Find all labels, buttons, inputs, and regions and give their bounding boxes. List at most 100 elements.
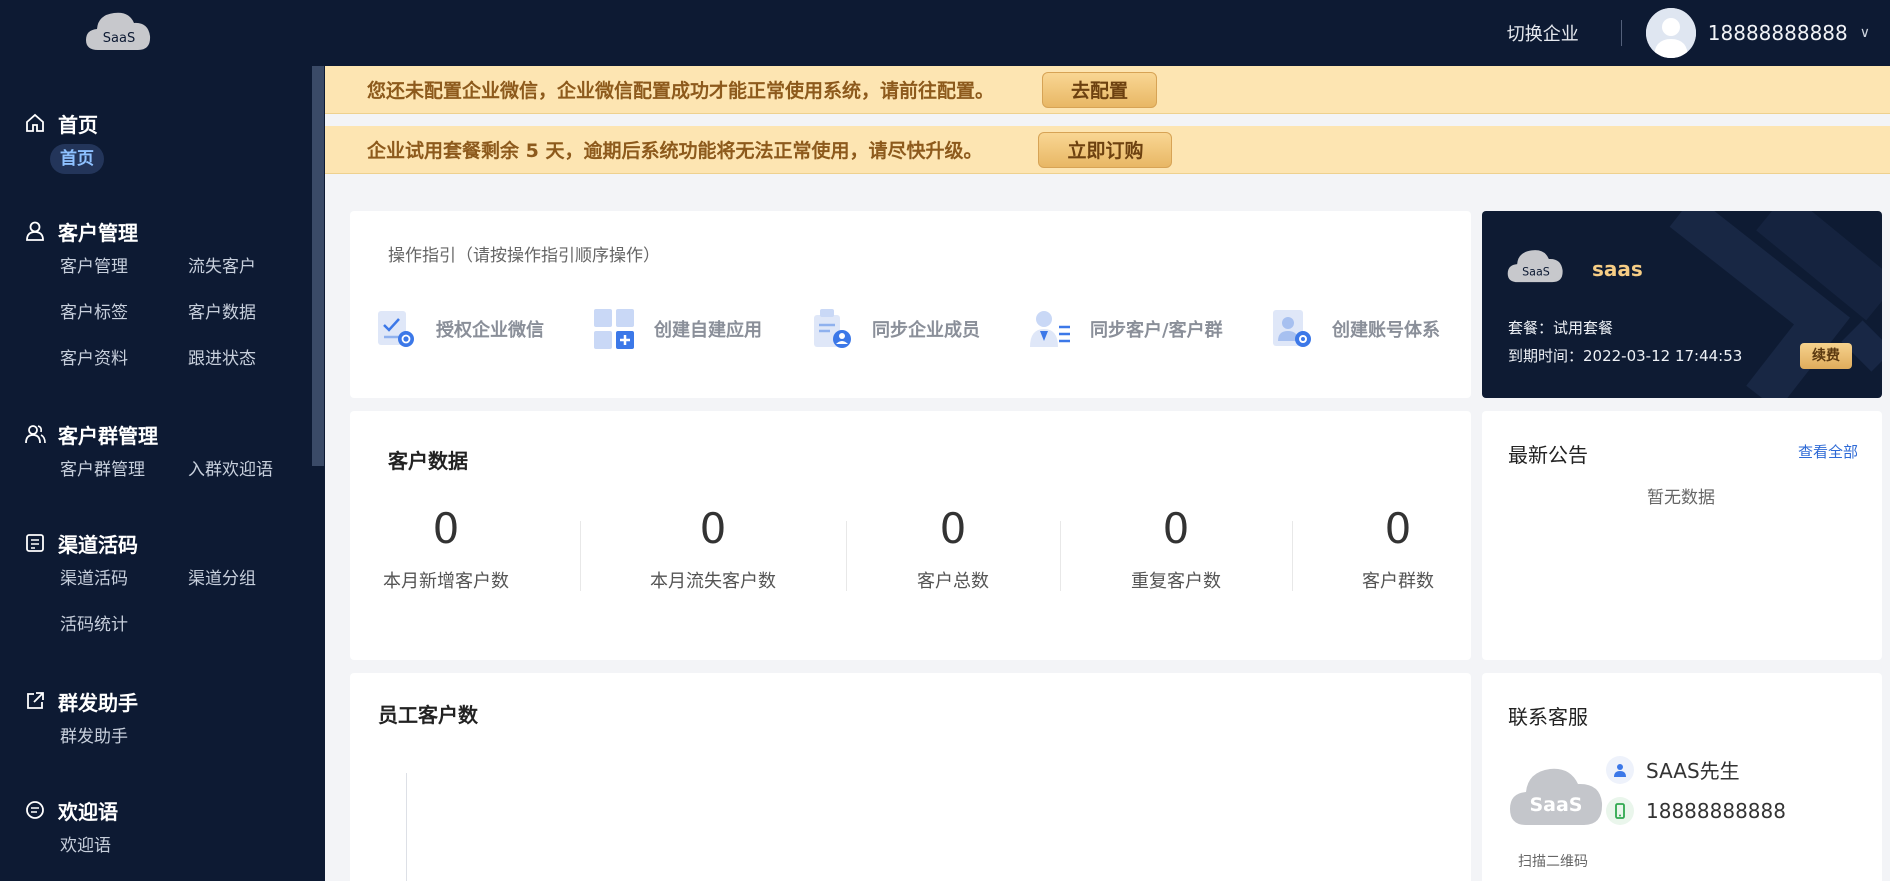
sidebar-group-title[interactable]: 客户管理 [24,216,316,246]
view-all-link[interactable]: 查看全部 [1798,441,1858,462]
stat-value: 0 [1384,504,1412,553]
package-card: SaaS saas 套餐：试用套餐 到期时间：2022-03-12 17:44:… [1482,211,1882,398]
guide-step-label: 授权企业微信 [436,320,544,341]
stat-label: 重复客户数 [1131,571,1221,592]
stat-value: 0 [432,504,460,553]
customer-data-title: 客户数据 [388,449,468,473]
user-phone[interactable]: 18888888888 [1708,21,1848,45]
sidebar-item-customer-data[interactable]: 客户数据 [188,298,316,328]
service-logo: SaaS [1510,768,1603,825]
home-icon [26,113,44,132]
package-logo-text: SaaS [1522,265,1550,278]
guide-step-label: 创建自建应用 [654,320,762,341]
employee-customers-card: 员工客户数 [350,673,1471,881]
sidebar-item-customer-management[interactable]: 客户管理 [60,252,188,282]
banner-text: 您还未配置企业微信，企业微信配置成功才能正常使用系统，请前往配置。 [367,80,995,102]
sidebar-group-home: 首页 首页 [24,108,104,174]
sidebar: 首页 首页 客户管理 客户管理 流失客户 客户标签 客户数据 客户资料 跟进状态… [0,66,325,881]
sidebar-group-channel-codes: 渠道活码 渠道活码 渠道分组 活码统计 [24,528,316,640]
employee-customers-title: 员工客户数 [378,703,478,727]
stat-value: 0 [1162,504,1190,553]
sidebar-item-channel-code[interactable]: 渠道活码 [60,564,188,594]
authorize-icon [378,311,414,347]
customer-service-title: 联系客服 [1508,705,1588,729]
stat-value: 0 [699,504,727,553]
sidebar-item-customer-tags[interactable]: 客户标签 [60,298,188,328]
share-icon [27,692,44,709]
guide-step-create-accounts[interactable]: 创建账号体系 [1270,307,1440,351]
config-wechat-banner: 您还未配置企业微信，企业微信配置成功才能正常使用系统，请前往配置。 去配置 [325,66,1890,114]
guide-step-label: 同步企业成员 [872,320,980,341]
service-phone: 18888888888 [1646,799,1786,823]
create-app-icon [594,309,634,349]
subscribe-button[interactable]: 立即订购 [1038,131,1173,168]
guide-step-sync-customers[interactable]: 同步客户/客户群 [1028,307,1223,351]
sidebar-group-title[interactable]: 欢迎语 [24,795,316,825]
chart-axis [406,773,407,881]
qr-icon [26,534,44,552]
top-bar: SaaS 切换企业 18888888888 ∨ [0,0,1890,66]
logo-text: SaaS [103,31,135,46]
sidebar-item-channel-group[interactable]: 渠道分组 [188,564,316,594]
guide-step-authorize[interactable]: 授权企业微信 [374,307,544,351]
sidebar-group-welcome: 欢迎语 欢迎语 [24,795,316,861]
sidebar-item-follow-status[interactable]: 跟进状态 [188,344,316,374]
topbar-divider [1620,20,1622,46]
stat-new-customers: 0 本月新增客户数 [346,501,546,593]
package-card-decoration [1669,211,1882,398]
guide-step-create-app[interactable]: 创建自建应用 [592,307,762,351]
package-expiry: 到期时间：2022-03-12 17:44:53 [1508,347,1743,365]
stat-label: 客户群数 [1362,571,1434,592]
stat-total-customers: 0 客户总数 [853,501,1053,593]
customer-data-card: 客户数据 0 本月新增客户数 0 本月流失客户数 0 客户总数 0 重复客户数 … [350,411,1471,660]
sidebar-item-code-stats[interactable]: 活码统计 [60,610,188,640]
announcement-title: 最新公告 [1508,443,1588,467]
sync-customers-icon [1030,311,1070,347]
configure-button[interactable]: 去配置 [1042,71,1158,108]
package-plan: 套餐：试用套餐 [1508,319,1614,337]
saas-logo: SaaS [86,12,151,50]
stat-label: 本月流失客户数 [650,571,776,592]
trial-expiry-banner: 企业试用套餐剩余 5 天，逾期后系统功能将无法正常使用，请尽快升级。 立即订购 [325,126,1890,174]
sidebar-item-home[interactable]: 首页 [50,144,104,174]
service-name: SAAS先生 [1646,759,1740,783]
person-icon [1606,755,1634,784]
package-company-name: saas [1592,257,1643,281]
group-icon [25,425,46,444]
stat-duplicate-customers: 0 重复客户数 [1076,501,1276,593]
sidebar-group-title[interactable]: 客户群管理 [24,419,316,449]
renew-button[interactable]: 续费 [1800,343,1852,369]
service-name-row: SAAS先生 [1606,755,1740,784]
sync-members-icon [814,309,851,348]
stat-label: 客户总数 [917,571,989,592]
sidebar-group-title[interactable]: 首页 [24,108,104,138]
chevron-down-icon[interactable]: ∨ [1860,25,1870,41]
banner-text: 企业试用套餐剩余 5 天，逾期后系统功能将无法正常使用，请尽快升级。 [367,140,983,162]
phone-icon [1606,797,1634,825]
stat-divider [846,521,847,591]
avatar-person-icon [1645,8,1696,58]
message-icon [26,801,44,819]
service-phone-row: 18888888888 [1606,797,1786,825]
sidebar-group-mass-send: 群发助手 群发助手 [24,686,316,752]
sidebar-group-title[interactable]: 群发助手 [24,686,316,716]
sidebar-group-customers: 客户管理 客户管理 流失客户 客户标签 客户数据 客户资料 跟进状态 [24,216,316,374]
stat-divider [1292,521,1293,591]
guide-step-label: 创建账号体系 [1332,320,1440,341]
guide-step-label: 同步客户/客户群 [1090,320,1223,341]
switch-enterprise-button[interactable]: 切换企业 [1507,20,1579,46]
sidebar-item-group-management[interactable]: 客户群管理 [60,455,188,485]
sidebar-item-mass-send[interactable]: 群发助手 [60,722,188,752]
user-icon [26,221,44,241]
stat-lost-customers: 0 本月流失客户数 [613,501,813,593]
stat-divider [1060,521,1061,591]
avatar[interactable] [1645,8,1696,58]
guide-step-sync-members[interactable]: 同步企业成员 [810,307,980,351]
stat-value: 0 [939,504,967,553]
package-logo: SaaS [1507,250,1563,283]
sidebar-item-group-welcome[interactable]: 入群欢迎语 [188,455,316,485]
sidebar-item-lost-customers[interactable]: 流失客户 [188,252,316,282]
sidebar-group-title[interactable]: 渠道活码 [24,528,316,558]
sidebar-item-customer-profile[interactable]: 客户资料 [60,344,188,374]
sidebar-item-welcome[interactable]: 欢迎语 [60,831,188,861]
